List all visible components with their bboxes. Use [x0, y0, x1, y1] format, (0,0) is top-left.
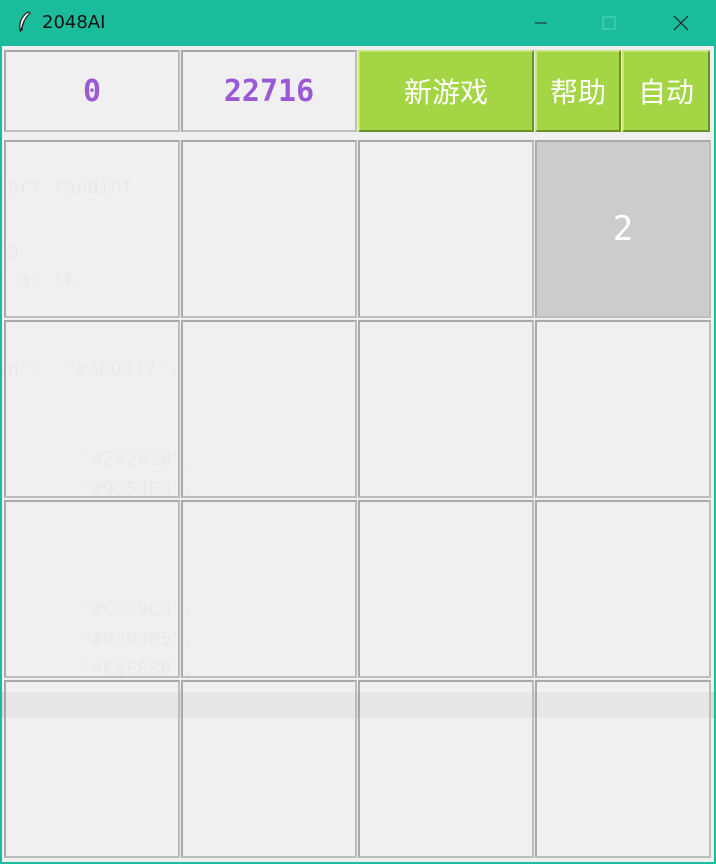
board-cell	[4, 680, 180, 858]
window-titlebar[interactable]: 2048AI	[0, 0, 716, 46]
board-cell	[4, 500, 180, 678]
minimize-button[interactable]	[512, 0, 570, 46]
maximize-icon	[602, 16, 616, 30]
board-cell	[4, 320, 180, 498]
board-cell	[181, 320, 357, 498]
feather-icon	[16, 10, 32, 34]
board-cell	[535, 680, 711, 858]
maximize-button[interactable]	[580, 0, 638, 46]
auto-button[interactable]: 自动	[622, 50, 710, 132]
board-cell	[535, 320, 711, 498]
window-title: 2048AI	[42, 12, 106, 33]
close-button[interactable]	[652, 0, 710, 46]
close-icon	[673, 15, 689, 31]
board-cell	[181, 140, 357, 318]
help-button[interactable]: 帮助	[535, 50, 621, 132]
board-cell	[358, 500, 534, 678]
tile-value: 2	[612, 209, 634, 249]
board-cell	[181, 500, 357, 678]
board-cell	[181, 680, 357, 858]
board-cell	[535, 500, 711, 678]
board-cell	[358, 140, 534, 318]
board-cell-tile-2: 2	[535, 140, 711, 318]
score-display: 0	[4, 50, 180, 132]
board-cell	[358, 320, 534, 498]
board-cell	[4, 140, 180, 318]
game-client-area: port randint ng r as tk wn": "#ADD817", …	[2, 46, 714, 862]
board-cell	[358, 680, 534, 858]
new-game-button[interactable]: 新游戏	[358, 50, 534, 132]
minimize-icon	[534, 16, 548, 30]
best-score-display: 22716	[181, 50, 357, 132]
